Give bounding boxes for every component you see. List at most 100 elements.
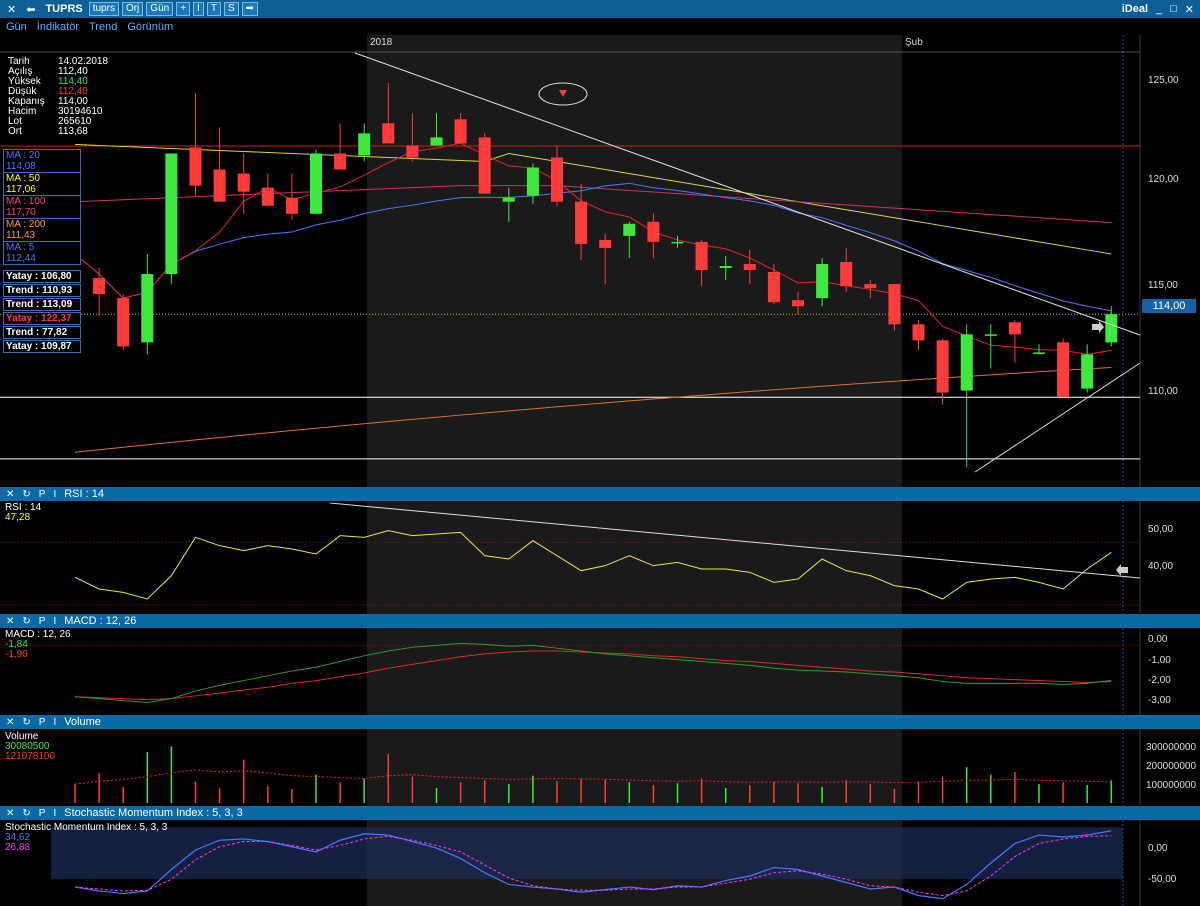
info-icon[interactable]: I [53,717,56,728]
candle-body [864,284,877,289]
candle-body [599,239,612,248]
current-price-tag: 114,00 [1142,299,1196,313]
candle-body [141,274,154,343]
close-icon[interactable]: ✕ [6,717,14,728]
candle-body [382,123,395,144]
smi-signal-value: 26,88 [5,842,31,853]
smi-pane-header: ✕ ↻ P I Stochastic Momentum Index : 5, 3… [0,806,1200,820]
macd-chart[interactable] [0,628,1200,715]
refresh-icon[interactable]: ↻ [22,616,30,627]
date-axis-label-2018: 2018 [370,37,393,48]
trend-label-horizontal-3[interactable]: Yatay : 109,87 [3,340,81,353]
menu-period[interactable]: Gün [6,21,27,33]
ma200-label[interactable]: MA : 200 111,43 [3,218,81,242]
trend-label-trend-1[interactable]: Trend : 110,93 [3,284,81,297]
candle-body [237,173,250,192]
macd-pane-title: MACD : 12, 26 [64,615,137,627]
candle-body [310,153,322,214]
close-icon[interactable]: ✕ [6,808,14,819]
rsi-value: 47,28 [5,512,31,523]
candle-body [1081,354,1094,389]
volume-pane-title: Volume [64,716,101,728]
candle-body [502,197,515,202]
macd-signal-value: -1,90 [5,649,28,660]
price-tick-110: 110,00 [1148,386,1178,397]
back-arrow-icon[interactable]: ⬅ [23,3,38,16]
smi-tick-0: 0,00 [1148,843,1168,854]
properties-icon[interactable]: P [39,808,46,819]
candle-body [671,241,684,244]
price-chart[interactable] [0,35,1200,487]
rsi-pane-title: RSI : 14 [64,488,104,500]
menu-view[interactable]: Görünüm [127,21,173,33]
refresh-icon[interactable]: ↻ [22,717,30,728]
minimize-icon[interactable]: _ [1156,3,1162,15]
volume-ma-value: 121078100 [5,751,56,762]
rsi-chart[interactable] [0,501,1200,614]
menu-trend[interactable]: Trend [89,21,117,33]
properties-icon[interactable]: P [39,717,46,728]
info-icon[interactable]: I [53,489,56,500]
rsi-legend: RSI : 14 47,28 [5,503,41,523]
candle-body [1033,352,1045,354]
system-button[interactable]: S [223,2,239,16]
close-icon[interactable]: ✕ [4,3,19,16]
candle-body [888,284,901,325]
info-icon[interactable]: I [53,616,56,627]
symbol-tab[interactable]: tuprs [88,2,119,16]
candle-body [165,153,178,275]
info-icon[interactable]: I [53,808,56,819]
volume-chart[interactable] [0,729,1200,806]
candle-body [117,298,130,347]
candle-body [623,223,636,236]
refresh-icon[interactable]: ↻ [22,808,30,819]
candle-body [406,145,419,158]
candle-body [358,133,371,156]
candle-body [478,137,491,194]
ma50-label[interactable]: MA : 50 117,06 [3,172,81,196]
candle-body [840,261,853,287]
ohlc-info-panel: Tarih 14.02.2018 Açılış 112,40 Yüksek 114,4… [8,57,108,137]
forward-arrow-icon[interactable]: ➡ [241,2,258,16]
volume-tick-300m: 300000000 [1146,742,1197,753]
close-icon[interactable]: ✕ [6,489,14,500]
trend-label-horizontal-2[interactable]: Yatay : 122,37 [3,312,81,325]
candle-body [719,266,732,269]
info-average: 113,68 [58,126,88,137]
candle-body [695,241,708,271]
smi-chart[interactable] [0,820,1200,906]
candle-body [792,300,804,307]
candle-body [1057,342,1070,397]
candle-body [213,169,226,202]
price-tick-120: 120,00 [1148,174,1179,185]
maximize-icon[interactable]: □ [1170,3,1177,15]
macd-legend: MACD : 12, 26 -1,84 -1,90 [5,630,71,660]
trend-label-horizontal-1[interactable]: Yatay : 106,80 [3,270,81,283]
macd-tick-0: 0,00 [1148,634,1168,645]
close-icon[interactable]: ✕ [6,616,14,627]
candle-body [767,272,780,303]
ma20-label[interactable]: MA : 20 114,08 [3,149,81,173]
ma100-label[interactable]: MA : 100 117,70 [3,195,81,219]
candle-body [816,264,829,299]
menu-indicator[interactable]: İndikatör [37,21,79,33]
properties-icon[interactable]: P [39,489,46,500]
candle-body [912,324,925,341]
properties-icon[interactable]: P [39,616,46,627]
add-button[interactable]: + [176,2,191,16]
smi-legend: Stochastic Momentum Index : 5, 3, 3 34,6… [5,823,167,853]
period-tab[interactable]: Gün [146,2,174,16]
trend-button[interactable]: T [206,2,221,16]
indicator-button[interactable]: I [193,2,204,16]
refresh-icon[interactable]: ↻ [22,489,30,500]
trend-label-trend-3[interactable]: Trend : 77,82 [3,326,81,339]
rsi-pane-header: ✕ ↻ P I RSI : 14 [0,487,1200,501]
trend-label-trend-2[interactable]: Trend : 113,09 [3,298,81,311]
volume-tick-200m: 200000000 [1146,761,1197,772]
ma5-label[interactable]: MA : 5 112,44 [3,241,81,265]
price-mode-tab[interactable]: Orj [121,2,144,16]
window-close-icon[interactable]: ✕ [1185,3,1194,16]
price-tick-115: 115,00 [1148,280,1178,291]
app-name: iDeal [1121,3,1148,15]
macd-tick-2: -2,00 [1148,675,1171,686]
